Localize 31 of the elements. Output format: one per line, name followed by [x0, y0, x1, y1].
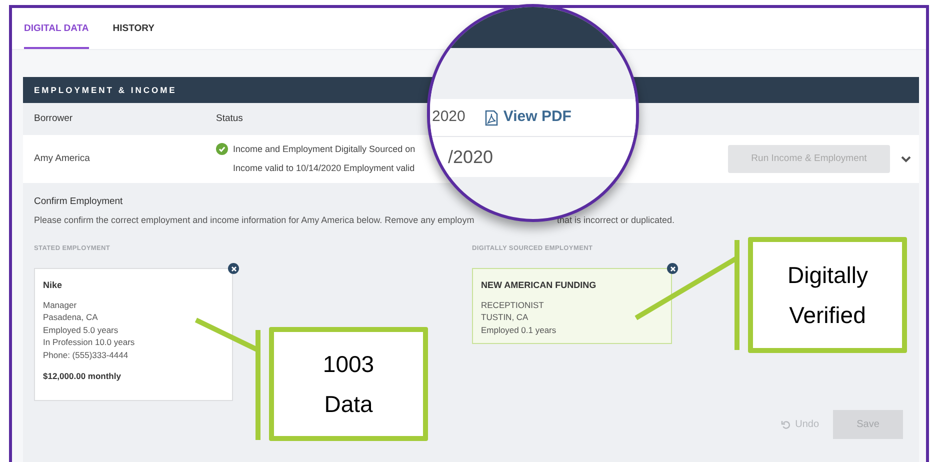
close-icon[interactable] — [667, 263, 678, 274]
status-text: Income and Employment Digitally Sourced on — [233, 142, 416, 156]
income-amount: $12,000.00 monthly — [43, 370, 122, 383]
status-text: Income valid to 10/14/2020 Employment valid — [233, 162, 415, 175]
employer-name: Nike — [43, 279, 64, 292]
date-text: /2020 — [448, 146, 494, 168]
view-pdf-link[interactable]: View PDF — [485, 106, 572, 129]
pdf-icon — [485, 110, 498, 126]
chevron-icon[interactable] — [901, 155, 911, 163]
column-header: Borrower — [34, 112, 74, 126]
column-header: Status — [216, 112, 243, 126]
employment-detail: Pasadena, CA — [43, 311, 99, 324]
tab[interactable]: DIGITAL DATA — [24, 22, 89, 49]
employment-detail: Manager — [43, 298, 78, 311]
employment-detail: Employed 5.0 years — [43, 324, 120, 336]
callout-text: 1003 Data — [322, 350, 376, 419]
date-text: 2020 — [432, 107, 466, 128]
employment-detail: Employed 0.1 years — [481, 324, 558, 336]
undo-icon — [781, 420, 792, 430]
callout-text: Digitally Verified — [788, 261, 868, 330]
employment-detail: In Profession 10.0 years — [43, 336, 136, 348]
employer-name: NEW AMERICAN FUNDING — [481, 279, 598, 292]
borrower-name: Amy America — [34, 152, 91, 166]
close-icon[interactable] — [228, 263, 239, 274]
employment-detail: TUSTIN, CA — [481, 311, 530, 324]
tab[interactable]: HISTORY — [112, 22, 154, 49]
section-title: EMPLOYMENT & INCOME — [34, 84, 177, 96]
employment-detail: Phone: (555)333-4444 — [43, 348, 130, 361]
description-text: Please confirm the correct employment and income information for Amy America below. Remove any employm — [34, 214, 474, 228]
confirm-title: Confirm Employment — [34, 195, 124, 209]
employment-detail: RECEPTIONIST — [481, 298, 545, 311]
